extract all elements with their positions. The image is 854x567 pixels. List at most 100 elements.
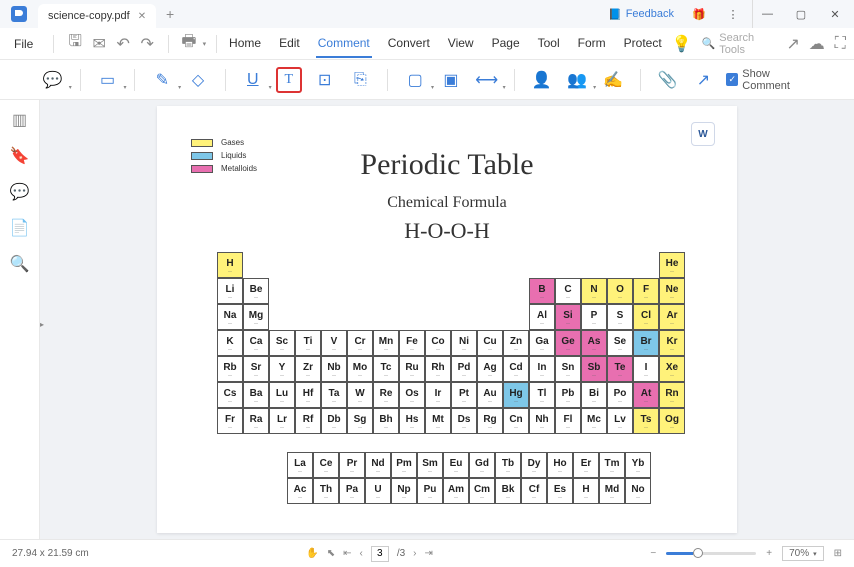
element-Yb: Yb— (625, 452, 651, 478)
element-Mc: Mc— (581, 408, 607, 434)
element-As: As— (581, 330, 607, 356)
add-tab-button[interactable]: + (156, 0, 184, 28)
element-Nb: Nb— (321, 356, 347, 382)
element-Eu: Eu— (443, 452, 469, 478)
element-Er: Er— (573, 452, 599, 478)
user-tool[interactable]: 👤 (529, 67, 555, 93)
zoom-slider[interactable] (666, 552, 756, 555)
attachment-tool[interactable]: 📎 (655, 67, 681, 93)
element-No: No— (625, 478, 651, 504)
highlight-tool[interactable]: ▭ (95, 67, 121, 93)
zoom-select[interactable]: 70%▾ (782, 546, 824, 561)
undo-icon[interactable]: ↶ (112, 33, 134, 55)
comments-icon[interactable]: 💬 (10, 182, 30, 202)
page-input[interactable] (371, 546, 389, 562)
element-Os: Os— (399, 382, 425, 408)
show-comment-toggle[interactable]: ✓ Show Comment (726, 68, 814, 92)
expand-icon[interactable]: ⛶ (831, 33, 851, 55)
zoom-in-icon[interactable]: + (766, 548, 772, 559)
search-panel-icon[interactable]: 🔍 (10, 254, 30, 274)
more-icon[interactable]: ⋮ (718, 0, 748, 28)
word-badge-icon[interactable]: W (691, 122, 715, 146)
menu-tab-page[interactable]: Page (490, 30, 522, 58)
next-page-icon[interactable]: › (413, 548, 416, 559)
element-Cd: Cd— (503, 356, 529, 382)
last-page-icon[interactable]: ⇥ (425, 548, 433, 559)
element-C: C— (555, 278, 581, 304)
element-Se: Se— (607, 330, 633, 356)
thumbnails-icon[interactable]: ▥ (10, 110, 30, 130)
element-Pd: Pd— (451, 356, 477, 382)
menu-tab-comment[interactable]: Comment (316, 30, 372, 58)
menu-tab-protect[interactable]: Protect (622, 30, 664, 58)
text-box-tool[interactable]: ⊡ (312, 67, 338, 93)
element-Ag: Ag— (477, 356, 503, 382)
zoom-out-icon[interactable]: − (650, 548, 656, 559)
element-Tm: Tm— (599, 452, 625, 478)
element-Sc: Sc— (269, 330, 295, 356)
underline-tool[interactable]: U (240, 67, 266, 93)
menu-tab-tool[interactable]: Tool (536, 30, 562, 58)
maximize-button[interactable]: ▢ (786, 0, 816, 28)
menu-tab-convert[interactable]: Convert (386, 30, 432, 58)
element-S: S— (607, 304, 633, 330)
signature-tool[interactable]: ✍ (600, 67, 626, 93)
file-menu[interactable]: File (4, 33, 43, 55)
menu-tab-view[interactable]: View (446, 30, 476, 58)
close-button[interactable]: ✕ (820, 0, 850, 28)
callout-tool[interactable]: ⎘ (348, 67, 374, 93)
minimize-button[interactable]: — (752, 0, 782, 28)
menu-tab-home[interactable]: Home (227, 30, 263, 58)
document-tab[interactable]: science-copy.pdf ✕ (38, 4, 156, 28)
element-Np: Np— (391, 478, 417, 504)
menu-tab-edit[interactable]: Edit (277, 30, 302, 58)
gift-icon[interactable]: 🎁 (684, 0, 714, 28)
mail-icon[interactable]: ✉ (88, 33, 110, 55)
element-Ho: Ho— (547, 452, 573, 478)
users-tool[interactable]: 👥 (564, 67, 590, 93)
element-Ra: Ra— (243, 408, 269, 434)
pencil-tool[interactable]: ✎ (149, 67, 175, 93)
element-Br: Br— (633, 330, 659, 356)
feedback-button[interactable]: 📘 Feedback (602, 6, 680, 23)
bulb-icon[interactable]: 💡 (672, 33, 692, 55)
share-icon[interactable]: ↗ (783, 33, 803, 55)
search-tools[interactable]: 🔍 Search Tools (696, 30, 780, 58)
print-icon[interactable]: 🖶 (179, 33, 199, 55)
close-icon[interactable]: ✕ (138, 11, 146, 22)
fit-icon[interactable]: ⊞ (834, 548, 842, 559)
redo-icon[interactable]: ↷ (136, 33, 158, 55)
element-Db: Db— (321, 408, 347, 434)
element-Nh: Nh— (529, 408, 555, 434)
note-tool[interactable]: 💬 (40, 67, 66, 93)
cloud-icon[interactable]: ☁ (807, 33, 827, 55)
eraser-tool[interactable]: ◇ (185, 67, 211, 93)
element-Cf: Cf— (521, 478, 547, 504)
element-Cn: Cn— (503, 408, 529, 434)
dimensions: 27.94 x 21.59 cm (12, 548, 89, 559)
bookmarks-icon[interactable]: 🔖 (10, 146, 30, 166)
element-Th: Th— (313, 478, 339, 504)
app-icon[interactable] (0, 0, 38, 28)
element-La: La— (287, 452, 313, 478)
text-tool[interactable]: T (276, 67, 302, 93)
menu-tab-form[interactable]: Form (576, 30, 608, 58)
prev-page-icon[interactable]: ‹ (359, 548, 362, 559)
shape-tool[interactable]: ▢ (402, 67, 428, 93)
measure-tool[interactable]: ⟷ (474, 67, 500, 93)
element-Mg: Mg— (243, 304, 269, 330)
stamp-tool[interactable]: ▣ (438, 67, 464, 93)
select-tool-icon[interactable]: ⬉ (327, 548, 335, 559)
tab-title: science-copy.pdf (48, 10, 130, 22)
hand-tool-icon[interactable]: ✋ (306, 548, 318, 559)
first-page-icon[interactable]: ⇤ (343, 548, 351, 559)
element-Nd: Nd— (365, 452, 391, 478)
attachments-icon[interactable]: 📄 (10, 218, 30, 238)
document-area[interactable]: W GasesLiquidsMetalloids Periodic Table … (40, 100, 854, 539)
element-Na: Na— (217, 304, 243, 330)
element-Pr: Pr— (339, 452, 365, 478)
element-He: He— (659, 252, 685, 278)
save-icon[interactable]: 🖫 (64, 33, 86, 55)
export-tool[interactable]: ↗ (691, 67, 717, 93)
element-Pu: Pu— (417, 478, 443, 504)
